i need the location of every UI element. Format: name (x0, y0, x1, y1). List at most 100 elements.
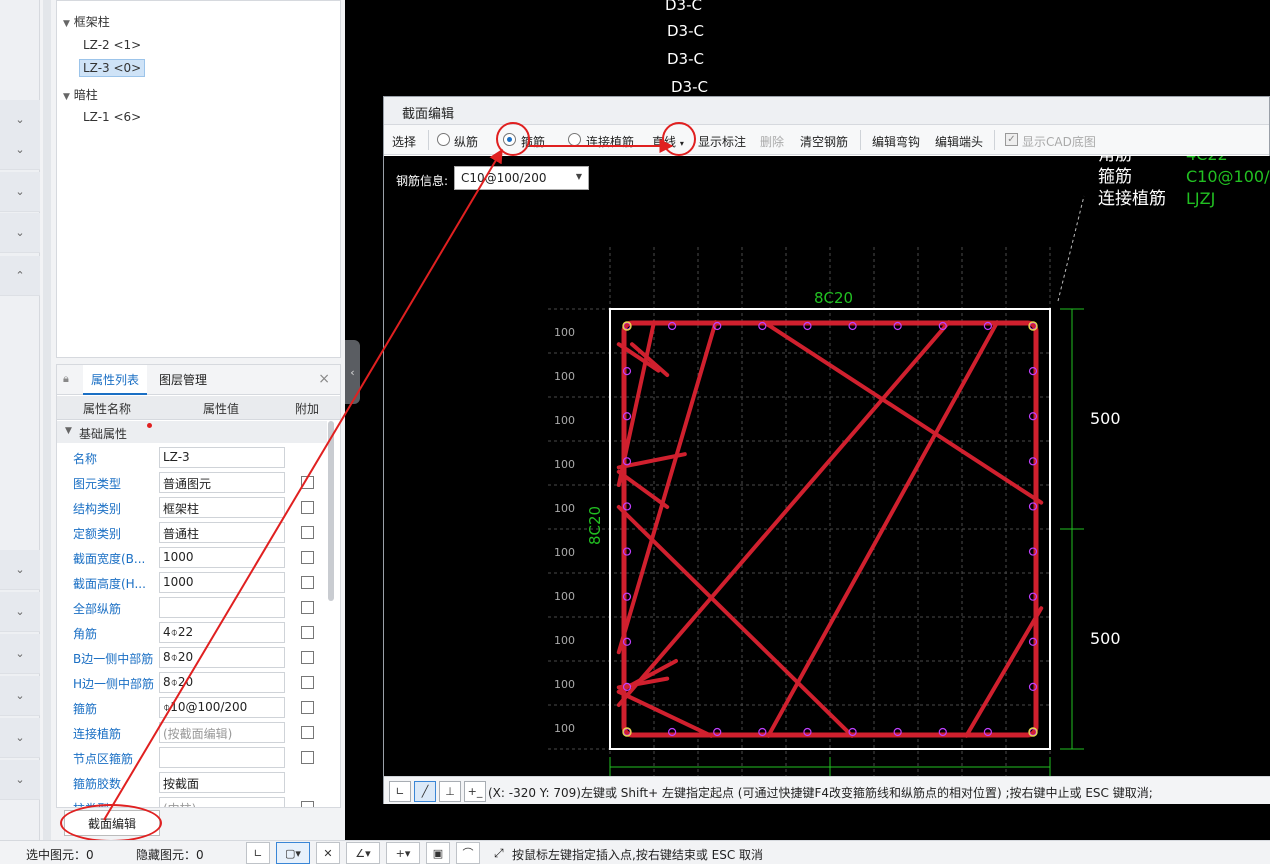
tree-group-frame-column[interactable]: ▼ 框架柱 (63, 13, 110, 30)
property-name: B边一侧中部筋 (73, 652, 154, 666)
property-value[interactable]: LZ-3 (159, 447, 285, 468)
select-button[interactable]: 选择 (392, 133, 416, 150)
lock-icon[interactable]: 🔒︎ (63, 372, 69, 386)
radio-connect[interactable] (568, 133, 581, 146)
chevron-down-icon[interactable]: ⌄ (0, 760, 40, 800)
property-panel: 🔒︎ 属性列表 图层管理 × 属性名称 属性值 附加 ▼ 基础属性 名称 LZ-3… (56, 364, 341, 808)
dock-scrollbar[interactable] (43, 0, 51, 840)
tab-property-list[interactable]: 属性列表 (83, 365, 148, 395)
property-value[interactable]: (按截面编辑) (159, 722, 285, 743)
clear-rebar-button[interactable]: 清空钢筋 (800, 133, 848, 150)
extra-checkbox[interactable] (301, 751, 314, 764)
extra-checkbox[interactable] (301, 476, 314, 489)
chevron-down-icon[interactable]: ⌄ (0, 592, 40, 632)
legend-value: LJZJ (1186, 189, 1215, 208)
property-value[interactable]: 1000 (159, 572, 285, 593)
snap-rect-icon[interactable]: ▢▾ (276, 842, 310, 864)
property-value[interactable]: 8⌽20 (159, 672, 285, 693)
section-drawing-svg: 1001001001001001001001001001001001001001… (548, 156, 1270, 776)
arc-icon[interactable]: ⌒ (456, 842, 480, 864)
ortho-icon[interactable]: ∟ (389, 781, 411, 802)
cell-dim-label: 100 (554, 634, 575, 647)
cell-dim-label: 100 (554, 502, 575, 515)
chevron-down-icon[interactable]: ⌄ (0, 172, 40, 212)
chevron-down-icon[interactable]: ⌄ (0, 130, 40, 170)
extra-checkbox[interactable] (301, 526, 314, 539)
chevron-down-icon[interactable]: ⌄ (0, 550, 40, 590)
display-icon[interactable]: ▣ (426, 842, 450, 864)
extra-checkbox[interactable] (301, 801, 314, 807)
property-row: 结构类别 框架柱 (57, 495, 327, 520)
section-drawing-area[interactable]: 钢筋信息: C10@100/200 ▼ 100 100 100 100 100 100 10… (384, 156, 1270, 776)
extra-checkbox[interactable] (301, 676, 314, 689)
legend-label: 角筋 (1098, 156, 1132, 165)
cross-icon[interactable]: ✕ (316, 842, 340, 864)
radio-longitudinal-label[interactable]: 纵筋 (454, 133, 478, 150)
extra-checkbox[interactable] (301, 651, 314, 664)
stirrup-segment (964, 606, 1044, 738)
extra-checkbox[interactable] (301, 576, 314, 589)
offset-icon[interactable]: +_ (464, 781, 486, 802)
property-value[interactable]: 普通柱 (159, 522, 285, 543)
property-value[interactable]: 1000 (159, 547, 285, 568)
ortho-icon[interactable]: ∟ (246, 842, 270, 864)
show-dim-button[interactable]: 显示标注 (698, 133, 746, 150)
legend-label: 箍筋 (1098, 167, 1132, 187)
col-header-extra: 附加 (295, 402, 320, 416)
property-value[interactable]: 8⌽20 (159, 647, 285, 668)
property-name: 箍筋 (73, 702, 98, 716)
property-table-header: 属性名称 属性值 附加 (57, 396, 340, 420)
tree-group-hidden-column[interactable]: ▼ 暗柱 (63, 86, 98, 103)
show-cad-label[interactable]: 显示CAD底图 (1022, 133, 1096, 150)
chevron-down-icon[interactable]: ⌄ (0, 676, 40, 716)
close-icon[interactable]: × (318, 371, 330, 387)
line-tool-icon[interactable]: ╱ (414, 781, 436, 802)
tab-layer-manage[interactable]: 图层管理 (151, 365, 215, 395)
show-cad-checkbox[interactable]: ✓ (1005, 133, 1018, 146)
property-row: 连接植筋 (按截面编辑) (57, 720, 327, 745)
tree-item-lz3[interactable]: LZ-3 <0> (79, 59, 146, 77)
red-marker-dot (147, 423, 152, 428)
dialog-footer: ∟ ╱ ⊥ +_ (X: -320 Y: 709)左键或 Shift+ 左键指定… (384, 776, 1270, 804)
leader-line (1057, 195, 1085, 302)
angle-icon[interactable]: ∠▾ (346, 842, 380, 864)
property-value[interactable]: 按截面 (159, 772, 285, 793)
property-value[interactable]: 框架柱 (159, 497, 285, 518)
chevron-down-icon[interactable]: ⌄ (0, 718, 40, 758)
perpendicular-icon[interactable]: ⊥ (439, 781, 461, 802)
radio-connect-label[interactable]: 连接植筋 (586, 133, 634, 150)
property-value[interactable]: 4⌽22 (159, 622, 285, 643)
chevron-down-icon[interactable]: ⌄ (0, 634, 40, 674)
edit-hook-button[interactable]: 编辑弯钩 (872, 133, 920, 150)
extra-checkbox[interactable] (301, 601, 314, 614)
radio-longitudinal[interactable] (437, 133, 450, 146)
radio-stirrup[interactable] (503, 133, 516, 146)
tree-item-lz2[interactable]: LZ-2 <1> (83, 38, 141, 52)
selected-count: 选中图元：0 (26, 848, 94, 862)
extra-checkbox[interactable] (301, 551, 314, 564)
tree-item-lz1[interactable]: LZ-1 <6> (83, 110, 141, 124)
property-value[interactable]: 普通图元 (159, 472, 285, 493)
chevron-up-icon[interactable]: ⌃ (0, 256, 40, 296)
delete-button[interactable]: 删除 (760, 133, 784, 150)
top-rebar-label: 8C20 (814, 289, 853, 307)
offset-icon[interactable]: +▾ (386, 842, 420, 864)
extra-checkbox[interactable] (301, 726, 314, 739)
property-value[interactable]: ⌽10@100/200 (159, 697, 285, 718)
extra-checkbox[interactable] (301, 701, 314, 714)
line-mode-dropdown[interactable]: 直线 ▾ (652, 133, 684, 150)
dialog-title: 截面编辑 (384, 97, 1269, 125)
chevron-down-icon[interactable]: ⌄ (0, 213, 40, 253)
extra-checkbox[interactable] (301, 626, 314, 639)
collapse-handle[interactable]: ‹ (345, 340, 360, 404)
col-header-value: 属性值 (203, 402, 240, 416)
property-value[interactable] (159, 747, 285, 768)
radio-stirrup-label[interactable]: 箍筋 (521, 133, 545, 150)
property-group-basic[interactable]: ▼ 基础属性 (57, 421, 327, 443)
property-value[interactable]: (中柱) (159, 797, 285, 807)
property-scrollbar[interactable] (328, 421, 334, 601)
edit-end-button[interactable]: 编辑端头 (935, 133, 983, 150)
hidden-count: 隐藏图元：0 (136, 848, 204, 862)
extra-checkbox[interactable] (301, 501, 314, 514)
property-value[interactable] (159, 597, 285, 618)
